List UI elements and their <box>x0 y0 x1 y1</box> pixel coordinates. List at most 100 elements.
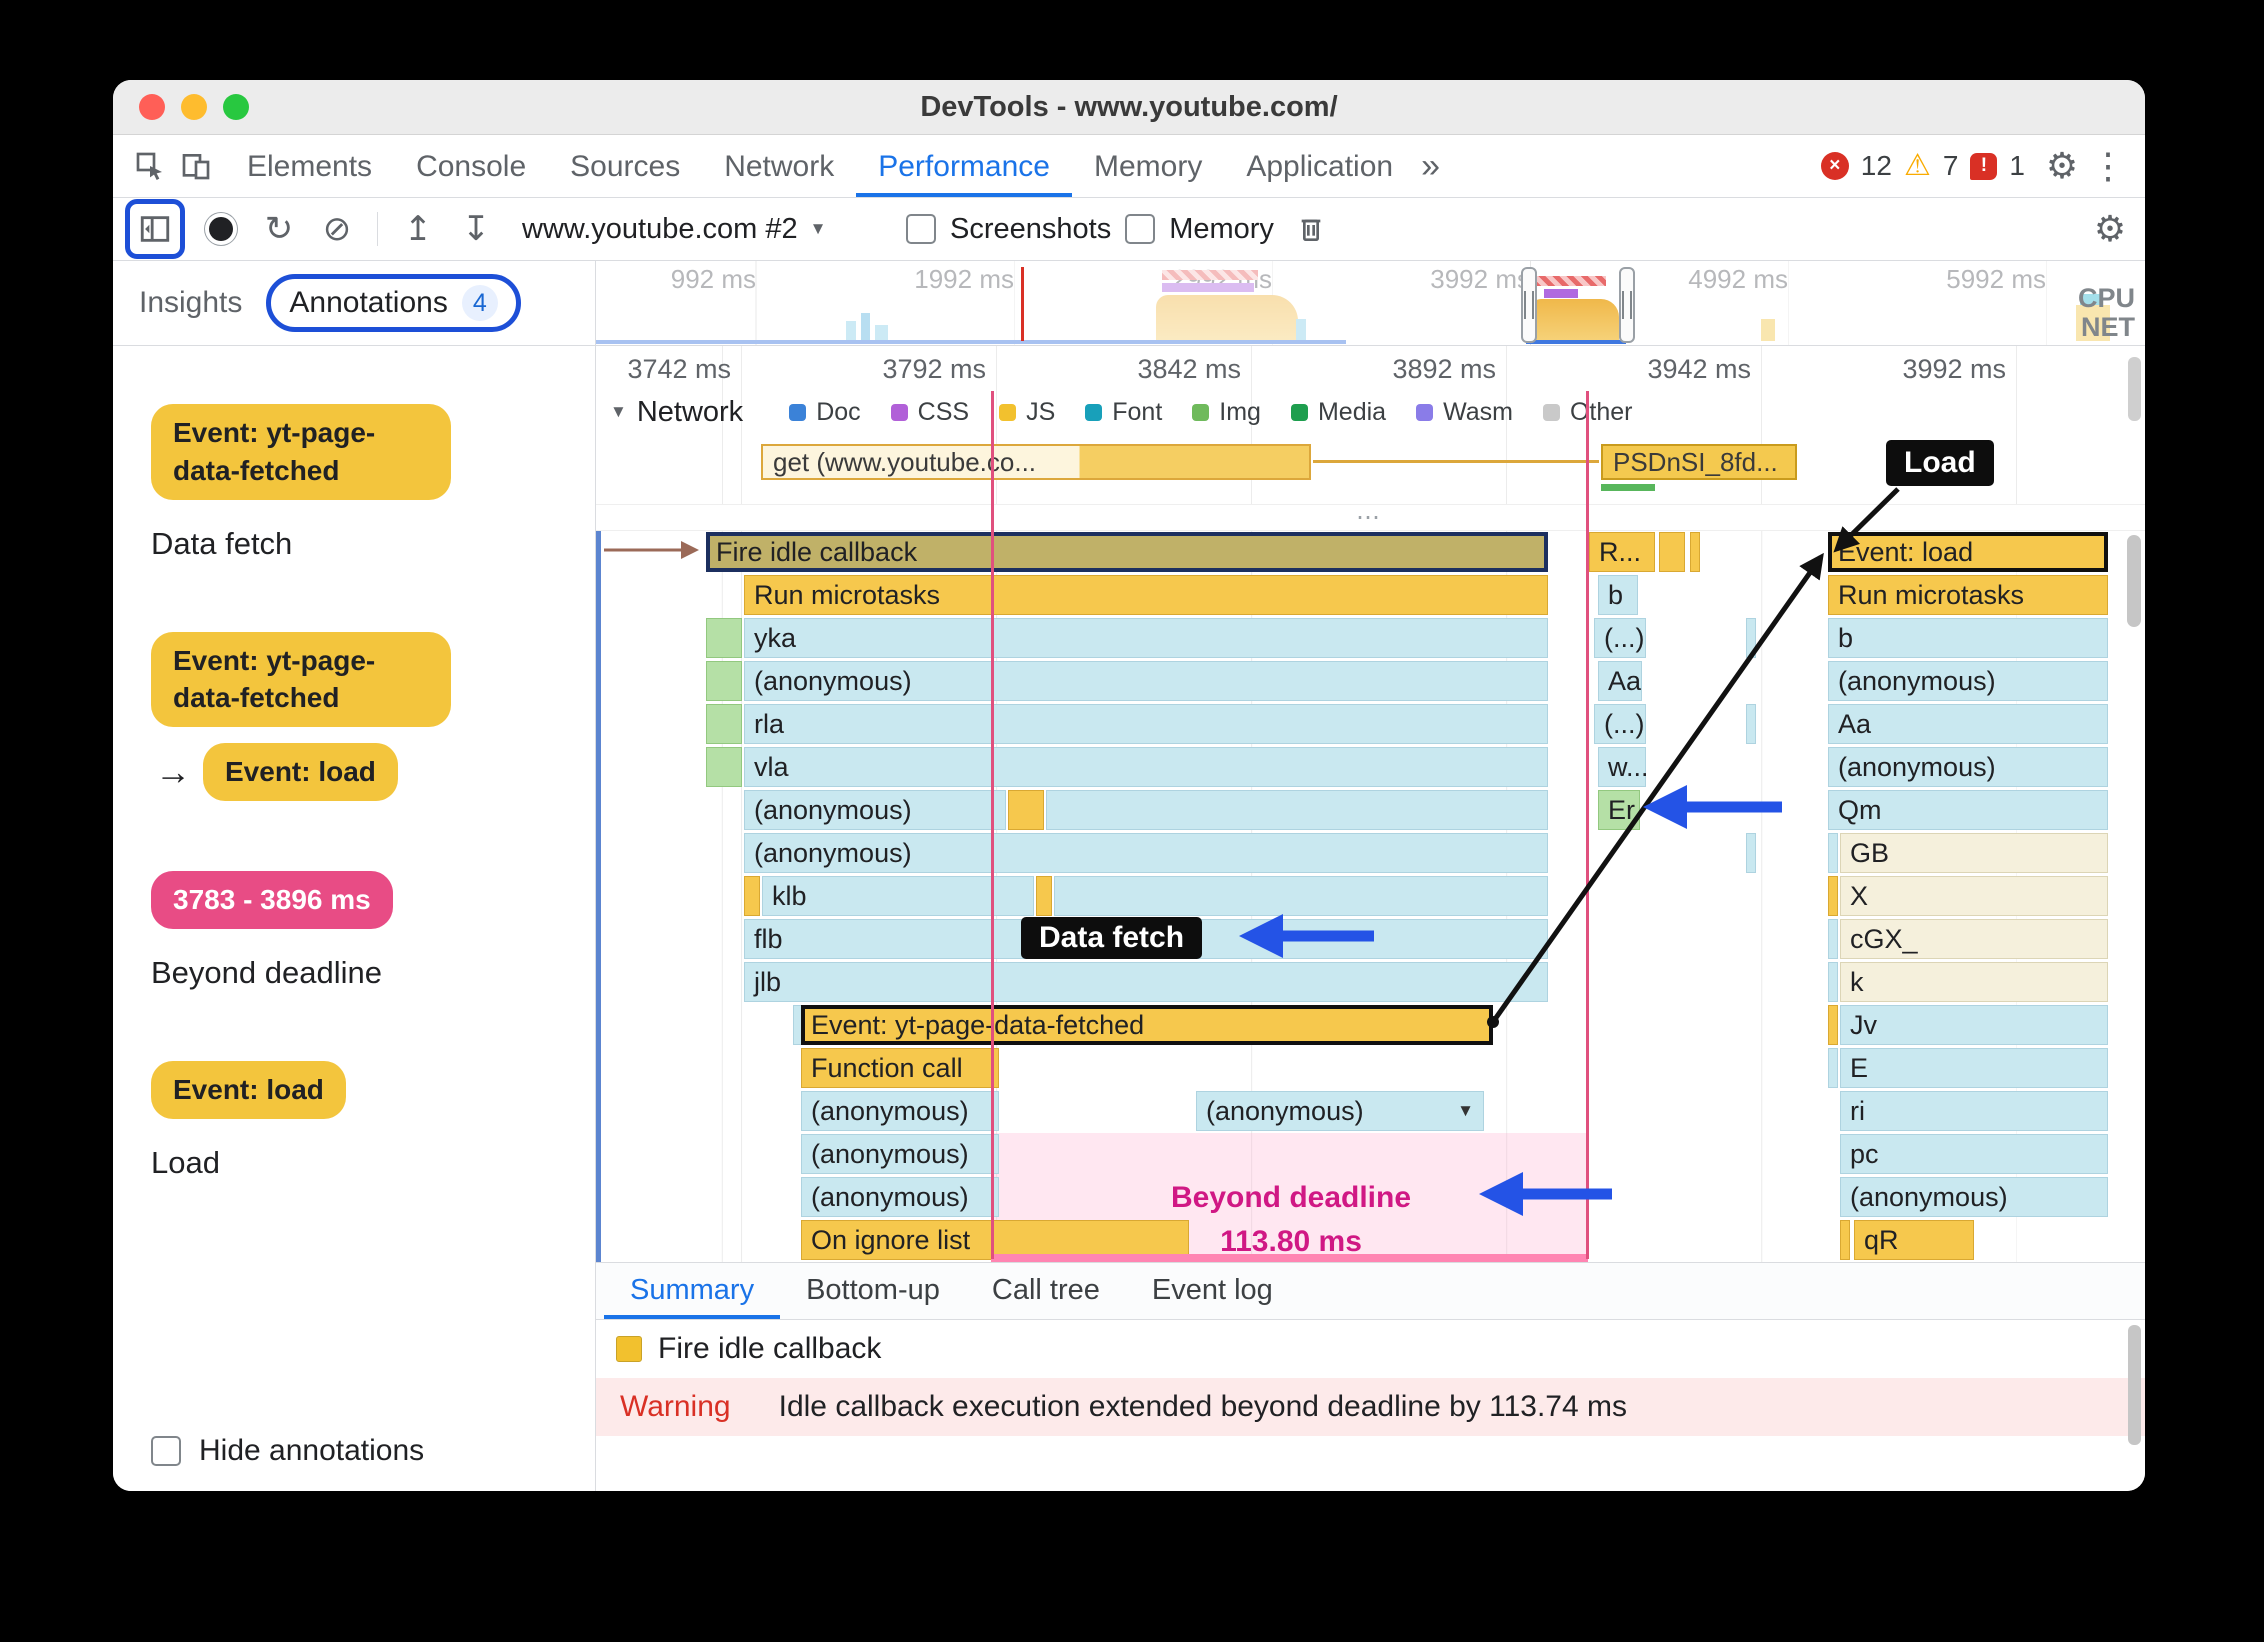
annotation-entry-link[interactable]: Event: yt-page-data-fetched → Event: loa… <box>151 631 567 801</box>
settings-gear-icon[interactable]: ⚙ <box>2039 145 2085 187</box>
tab-memory[interactable]: Memory <box>1072 136 1224 197</box>
inspect-element-icon[interactable] <box>127 143 173 189</box>
flame-bar[interactable]: GB <box>1840 833 2108 873</box>
scrollbar-thumb[interactable] <box>2128 1325 2141 1445</box>
flame-bar[interactable]: Run microtasks <box>1828 575 2108 615</box>
flame-bar[interactable]: R... <box>1589 532 1655 572</box>
flame-bar[interactable]: pc <box>1840 1134 2108 1174</box>
flame-bar[interactable] <box>1828 962 1838 1002</box>
error-icon[interactable]: × <box>1820 152 1849 180</box>
flame-bar[interactable] <box>1828 1048 1838 1088</box>
flame-bar[interactable]: cGX_ <box>1840 919 2108 959</box>
flame-bar[interactable]: Event: yt-page-data-fetched <box>801 1005 1493 1045</box>
issue-icon[interactable]: ! <box>1970 152 1998 180</box>
flame-bar[interactable]: X <box>1840 876 2108 916</box>
more-menu-icon[interactable]: ⋮ <box>2085 145 2131 187</box>
scrollbar-thumb[interactable] <box>2127 535 2141 627</box>
annotation-entry[interactable]: Event: yt-page-data-fetched Data fetch <box>151 404 567 562</box>
memory-checkbox[interactable]: Memory <box>1125 213 1274 246</box>
main-flame-chart[interactable]: Fire idle callback R... Event: load Run mic… <box>596 531 2145 1262</box>
track-resizer[interactable]: ⋯ <box>596 504 2145 531</box>
flame-bar[interactable]: qR <box>1854 1220 1974 1260</box>
flame-bar[interactable] <box>1746 704 1756 744</box>
flame-bar[interactable] <box>706 747 742 787</box>
flame-bar[interactable]: Event: load <box>1828 532 2108 572</box>
tab-summary[interactable]: Summary <box>604 1263 780 1319</box>
flame-bar[interactable] <box>1690 532 1700 572</box>
tab-console[interactable]: Console <box>394 136 548 197</box>
flame-bar[interactable] <box>1828 833 1838 873</box>
flame-bar[interactable]: Aa <box>1828 704 2108 744</box>
network-expand-icon[interactable]: ▼ <box>610 402 627 422</box>
clear-recording-icon[interactable]: ⊘ <box>315 209 359 249</box>
flame-bar[interactable] <box>1036 876 1052 916</box>
warning-icon[interactable]: ⚠ <box>1904 151 1931 181</box>
history-select[interactable]: www.youtube.com #2 ▼ <box>512 213 892 246</box>
flame-bar[interactable]: (anonymous) <box>801 1134 999 1174</box>
flame-bar[interactable] <box>1828 1005 1838 1045</box>
flame-bar[interactable]: (anonymous) <box>1840 1177 2108 1217</box>
flame-bar[interactable]: Aa <box>1598 661 1642 701</box>
flame-bar[interactable] <box>1659 532 1685 572</box>
flame-bar[interactable]: Jv <box>1840 1005 2108 1045</box>
selection-handle-left[interactable] <box>1521 267 1537 343</box>
tab-application[interactable]: Application <box>1224 136 1415 197</box>
more-tabs-icon[interactable]: » <box>1421 147 1440 186</box>
flame-bar[interactable]: Function call <box>801 1048 999 1088</box>
flame-bar[interactable]: Er <box>1598 790 1640 830</box>
tab-sources[interactable]: Sources <box>548 136 702 197</box>
timeline-overview[interactable]: 992 ms1992 ms2992 ms3992 ms4992 ms5992 m… <box>596 261 2145 346</box>
flame-bar[interactable] <box>706 704 742 744</box>
annotation-pill[interactable]: Event: yt-page-data-fetched <box>151 631 451 728</box>
capture-settings-gear-icon[interactable]: ⚙ <box>2087 208 2133 250</box>
flame-bar[interactable] <box>1746 618 1756 658</box>
flame-bar[interactable] <box>1840 1220 1850 1260</box>
record-button[interactable] <box>199 207 243 251</box>
flame-bar[interactable]: (anonymous) ▼ <box>1196 1091 1484 1131</box>
network-track-label[interactable]: Network <box>637 396 743 429</box>
flame-bar[interactable]: (anonymous) <box>801 1177 999 1217</box>
flame-bar[interactable]: (anonymous) <box>744 661 1548 701</box>
flame-bar[interactable]: rla <box>744 704 1548 744</box>
flame-bar[interactable]: yka <box>744 618 1548 658</box>
tab-call-tree[interactable]: Call tree <box>966 1263 1126 1319</box>
flame-bar[interactable]: b <box>1598 575 1638 615</box>
annotation-entry-range[interactable]: 3783 - 3896 ms Beyond deadline <box>151 870 567 991</box>
screenshots-checkbox-box[interactable] <box>906 214 936 244</box>
chevron-down-icon[interactable]: ▼ <box>1457 1091 1474 1131</box>
network-request[interactable]: get (www.youtube.co... <box>761 444 1311 480</box>
memory-checkbox-box[interactable] <box>1125 214 1156 244</box>
device-toolbar-icon[interactable] <box>173 143 219 189</box>
annotation-pill[interactable]: Event: yt-page-data-fetched <box>151 404 451 500</box>
annotation-entry[interactable]: Event: load Load <box>151 1060 567 1181</box>
flame-bar[interactable] <box>1054 876 1548 916</box>
flame-bar[interactable] <box>744 876 760 916</box>
tab-performance[interactable]: Performance <box>856 136 1072 197</box>
flame-bar[interactable] <box>1828 919 1838 959</box>
annotation-pill[interactable]: Event: load <box>151 1060 346 1119</box>
upload-profile-icon[interactable]: ↥ <box>396 209 440 249</box>
flame-bar[interactable]: Qm <box>1828 790 2108 830</box>
selection-handle-right[interactable] <box>1619 267 1635 343</box>
hide-annotations-checkbox-box[interactable] <box>151 1436 181 1466</box>
flame-bar[interactable]: w... <box>1598 747 1646 787</box>
hide-annotations-checkbox[interactable]: Hide annotations <box>113 1408 595 1491</box>
tab-insights[interactable]: Insights <box>139 286 242 320</box>
annotation-pill[interactable]: Event: load <box>203 743 398 801</box>
flame-bar[interactable]: Run microtasks <box>744 575 1548 615</box>
flame-bar[interactable] <box>1008 790 1044 830</box>
flame-bar[interactable]: b <box>1828 618 2108 658</box>
flame-bar[interactable]: E <box>1840 1048 2108 1088</box>
flame-bar[interactable]: (...) <box>1594 704 1646 744</box>
flame-bar[interactable]: (anonymous) <box>1828 661 2108 701</box>
flame-bar[interactable]: (anonymous) <box>744 833 1548 873</box>
flame-bar[interactable]: ri <box>1840 1091 2108 1131</box>
tab-bottom-up[interactable]: Bottom-up <box>780 1263 966 1319</box>
flame-bar[interactable] <box>706 661 742 701</box>
tab-annotations[interactable]: Annotations <box>289 286 447 320</box>
download-profile-icon[interactable]: ↧ <box>454 209 498 249</box>
reload-and-record-icon[interactable]: ↻ <box>257 209 301 249</box>
flame-bar[interactable]: jlb <box>744 962 1548 1002</box>
flame-bar[interactable]: (anonymous) <box>1828 747 2108 787</box>
flame-bar[interactable]: (anonymous) <box>801 1091 999 1131</box>
